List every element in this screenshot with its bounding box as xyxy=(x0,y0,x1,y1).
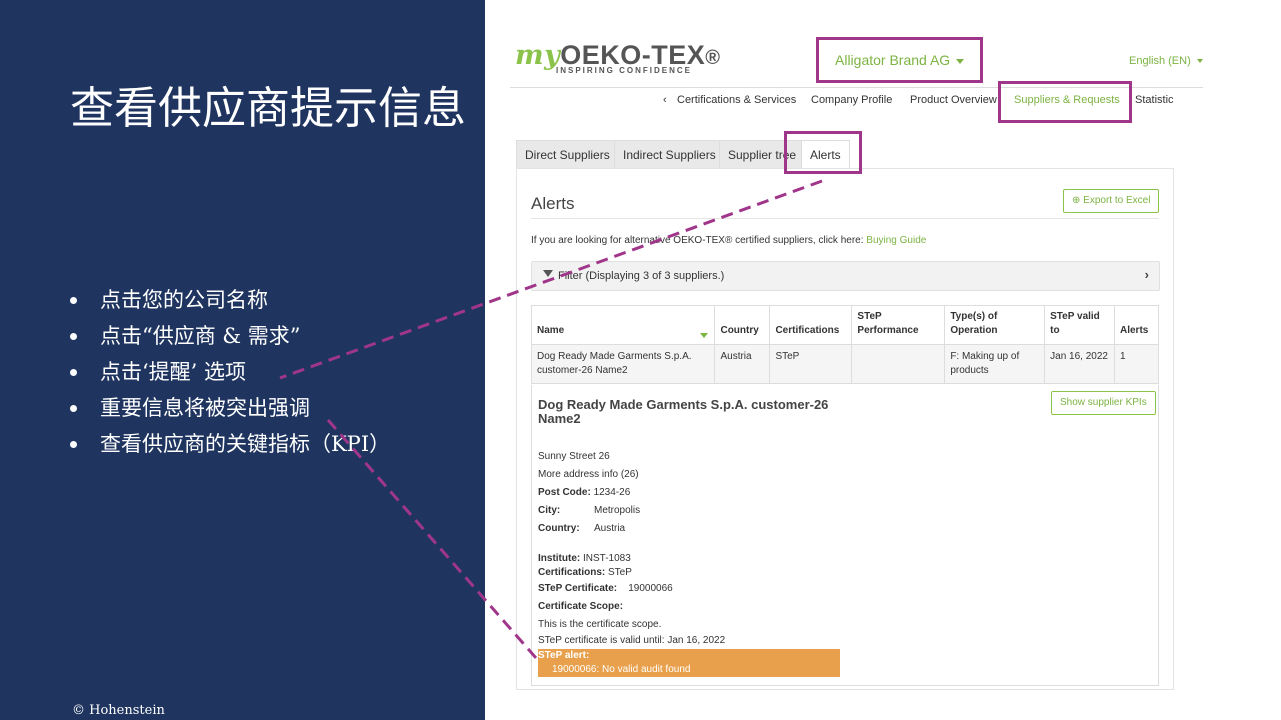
address-more: More address info (26) xyxy=(538,469,639,480)
column-header-certifications[interactable]: Certifications xyxy=(769,305,853,345)
filter-text: Filter (Displaying 3 of 3 suppliers.) xyxy=(558,270,725,282)
nav-company-profile[interactable]: Company Profile xyxy=(811,94,892,106)
bullet-dot xyxy=(70,441,77,448)
table-row[interactable]: Dog Ready Made Garments S.p.A. customer-… xyxy=(530,344,1160,384)
column-header-step-valid[interactable]: STeP valid to xyxy=(1044,305,1115,345)
certificate-scope-label: Certificate Scope: xyxy=(538,601,624,612)
tab-direct-suppliers[interactable]: Direct Suppliers xyxy=(516,140,619,170)
oeko-tex-app: myOEKO-TEX® INSPIRING CONFIDENCE Alligat… xyxy=(485,0,1281,720)
institute: Institute: INST-1083 xyxy=(538,553,631,564)
bullet-item: 点击‘提醒’ 选项 xyxy=(70,354,390,390)
country: Country: Austria xyxy=(538,523,626,534)
alerts-heading: Alerts xyxy=(531,194,575,213)
bullet-dot xyxy=(70,405,77,412)
logo-my: my xyxy=(515,40,561,71)
export-icon: ⊕ xyxy=(1072,195,1084,206)
bullet-item: 点击您的公司名称 xyxy=(70,282,390,318)
certifications: Certifications: STeP xyxy=(538,567,632,578)
city: City: Metropolis xyxy=(538,505,641,516)
cell-operation: F: Making up of products xyxy=(944,344,1046,384)
copyright-text: © Hohenstein xyxy=(72,703,165,718)
cell-name: Dog Ready Made Garments S.p.A. customer-… xyxy=(530,344,716,384)
buying-guide-info: If you are looking for alternative OEKO-… xyxy=(531,235,927,246)
logo-tagline: INSPIRING CONFIDENCE xyxy=(556,66,693,75)
heading-divider xyxy=(531,218,1159,219)
post-code: Post Code: 1234-26 xyxy=(538,487,631,498)
filter-icon xyxy=(543,270,553,277)
column-header-step-performance[interactable]: STeP Performance xyxy=(851,305,946,345)
cell-step-valid: Jan 16, 2022 xyxy=(1044,344,1115,384)
slide-title: 查看供应商提示信息 xyxy=(70,83,466,134)
tab-indirect-suppliers[interactable]: Indirect Suppliers xyxy=(614,140,725,170)
show-kpis-button[interactable]: Show supplier KPIs xyxy=(1051,391,1156,415)
bullet-item: 查看供应商的关键指标（KPI） xyxy=(70,426,390,462)
table-header-row: Name Country Certifications STeP Perform… xyxy=(530,305,1160,345)
column-header-operation[interactable]: Type(s) of Operation xyxy=(944,305,1046,345)
cell-step-performance xyxy=(851,344,946,384)
logo-reg: ® xyxy=(705,47,721,69)
certificate-scope-text: This is the certificate scope. xyxy=(538,619,662,630)
highlight-company-select xyxy=(816,37,983,83)
nav-back-icon[interactable]: ‹ xyxy=(663,94,667,106)
nav-product-overview[interactable]: Product Overview xyxy=(910,94,997,106)
chevron-right-icon[interactable]: › xyxy=(1145,267,1149,282)
oeko-tex-logo[interactable]: myOEKO-TEX® INSPIRING CONFIDENCE xyxy=(515,40,721,75)
step-alert-message: 19000066: No valid audit found xyxy=(552,664,691,675)
language-label: English (EN) xyxy=(1129,55,1191,67)
suppliers-table: Name Country Certifications STeP Perform… xyxy=(530,305,1160,384)
step-alert-box: STeP alert: 19000066: No valid audit fou… xyxy=(538,649,840,677)
supplier-detail-title: Dog Ready Made Garments S.p.A. customer-… xyxy=(538,397,829,426)
highlight-alerts-tab xyxy=(784,131,862,174)
step-certificate: STeP Certificate: 19000066 xyxy=(538,583,673,594)
column-header-country[interactable]: Country xyxy=(714,305,771,345)
bullet-dot xyxy=(70,333,77,340)
cell-certifications: STeP xyxy=(769,344,853,384)
step-alert-title: STeP alert: xyxy=(538,650,590,661)
nav-statistic[interactable]: Statistic xyxy=(1135,94,1174,106)
export-excel-button[interactable]: ⊕ Export to Excel xyxy=(1063,189,1160,213)
column-header-alerts[interactable]: Alerts xyxy=(1113,305,1160,345)
column-header-name[interactable]: Name xyxy=(530,305,716,345)
nav-certifications[interactable]: Certifications & Services xyxy=(677,94,796,106)
buying-guide-link[interactable]: Buying Guide xyxy=(866,235,926,246)
bullet-item: 重要信息将被突出强调 xyxy=(70,390,390,426)
cell-alerts: 1 xyxy=(1113,344,1160,384)
alerts-card: Alerts ⊕ Export to Excel If you are look… xyxy=(516,168,1174,690)
address-street: Sunny Street 26 xyxy=(538,451,610,462)
sort-icon[interactable] xyxy=(700,333,709,338)
bullet-item: 点击“供应商 & 需求” xyxy=(70,318,390,354)
supplier-detail: Dog Ready Made Garments S.p.A. customer-… xyxy=(531,385,1159,686)
chevron-down-icon xyxy=(1196,59,1203,64)
slide-panel: 查看供应商提示信息 点击您的公司名称 点击“供应商 & 需求” 点击‘提醒’ 选… xyxy=(0,0,485,720)
bullet-dot xyxy=(70,369,77,376)
language-select[interactable]: English (EN) xyxy=(1129,55,1203,67)
certificate-valid-until: STeP certificate is valid until: Jan 16,… xyxy=(538,635,726,646)
filter-bar[interactable]: Filter (Displaying 3 of 3 suppliers.) › xyxy=(531,261,1160,291)
bullet-list: 点击您的公司名称 点击“供应商 & 需求” 点击‘提醒’ 选项 重要信息将被突出… xyxy=(70,282,390,462)
bullet-dot xyxy=(70,297,77,304)
cell-country: Austria xyxy=(714,344,771,384)
highlight-suppliers-requests xyxy=(998,81,1132,123)
